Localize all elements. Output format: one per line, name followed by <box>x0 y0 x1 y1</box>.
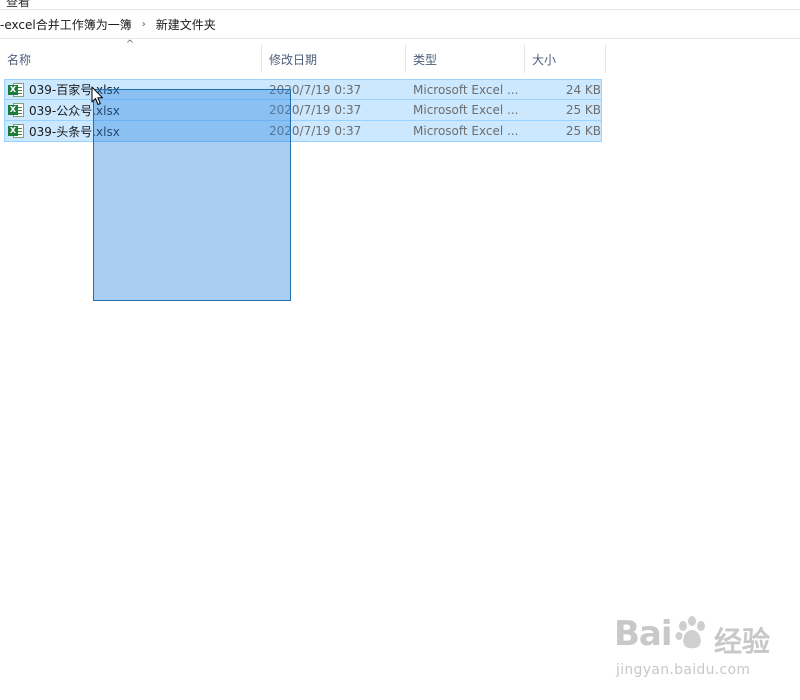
excel-file-icon: X <box>8 102 24 118</box>
column-header-date-label: 修改日期 <box>269 52 318 67</box>
column-header-type[interactable]: 类型 <box>406 45 525 73</box>
file-type: Microsoft Excel ... <box>413 82 519 97</box>
paw-icon <box>675 616 705 649</box>
ribbon-remnant: 查看 <box>0 0 800 10</box>
file-size: 25 KB <box>565 124 601 138</box>
sort-ascending-icon: ^ <box>125 39 135 50</box>
breadcrumb-chevron-icon[interactable]: › <box>134 19 154 30</box>
file-explorer-window: 查看 -excel合并工作簿为一簿 › 新建文件夹 名称 ^ 修改日期 类型 大… <box>0 0 800 700</box>
file-name: 039-头条号.xlsx <box>29 124 120 139</box>
baidu-jingyan-watermark: Bai 经验 jingyan.baidu.com <box>614 612 794 688</box>
excel-file-icon: X <box>8 123 24 139</box>
breadcrumb-item-current[interactable]: 新建文件夹 <box>154 16 218 33</box>
file-name-cell: X 039-百家号.xlsx <box>5 81 263 98</box>
column-header-name-label: 名称 <box>7 52 32 67</box>
watermark-brand-left: Bai <box>614 614 673 654</box>
file-type: Microsoft Excel ... <box>413 124 519 138</box>
file-date: 2020/7/19 0:37 <box>269 124 362 138</box>
file-name: 039-百家号.xlsx <box>29 83 120 97</box>
ribbon-tab-label[interactable]: 查看 <box>6 0 30 10</box>
column-header-row: 名称 ^ 修改日期 类型 大小 <box>0 40 606 73</box>
file-name-cell: X 039-公众号.xlsx <box>5 102 263 119</box>
mouse-cursor-icon <box>91 86 103 105</box>
excel-file-icon: X <box>8 82 24 98</box>
file-name-cell: X 039-头条号.xlsx <box>5 123 263 140</box>
file-type: Microsoft Excel ... <box>413 103 519 117</box>
watermark-brand-right: 经验 <box>714 625 771 658</box>
file-date: 2020/7/19 0:37 <box>269 103 362 117</box>
column-header-name[interactable]: 名称 ^ <box>0 40 262 73</box>
column-header-date[interactable]: 修改日期 <box>262 45 406 73</box>
file-date: 2020/7/19 0:37 <box>269 82 362 97</box>
column-header-size-label: 大小 <box>532 52 557 67</box>
column-header-size[interactable]: 大小 <box>525 45 606 73</box>
file-name: 039-公众号.xlsx <box>29 103 120 118</box>
file-size: 25 KB <box>565 103 601 117</box>
file-size: 24 KB <box>565 82 601 97</box>
watermark-url: jingyan.baidu.com <box>616 662 751 678</box>
file-row[interactable]: X 039-头条号.xlsx 2020/7/19 0:37 Microsoft … <box>4 121 602 142</box>
breadcrumb-item-parent[interactable]: -excel合并工作簿为一簿 <box>0 16 134 33</box>
address-bar[interactable]: -excel合并工作簿为一簿 › 新建文件夹 <box>0 11 800 39</box>
column-header-type-label: 类型 <box>413 52 438 67</box>
